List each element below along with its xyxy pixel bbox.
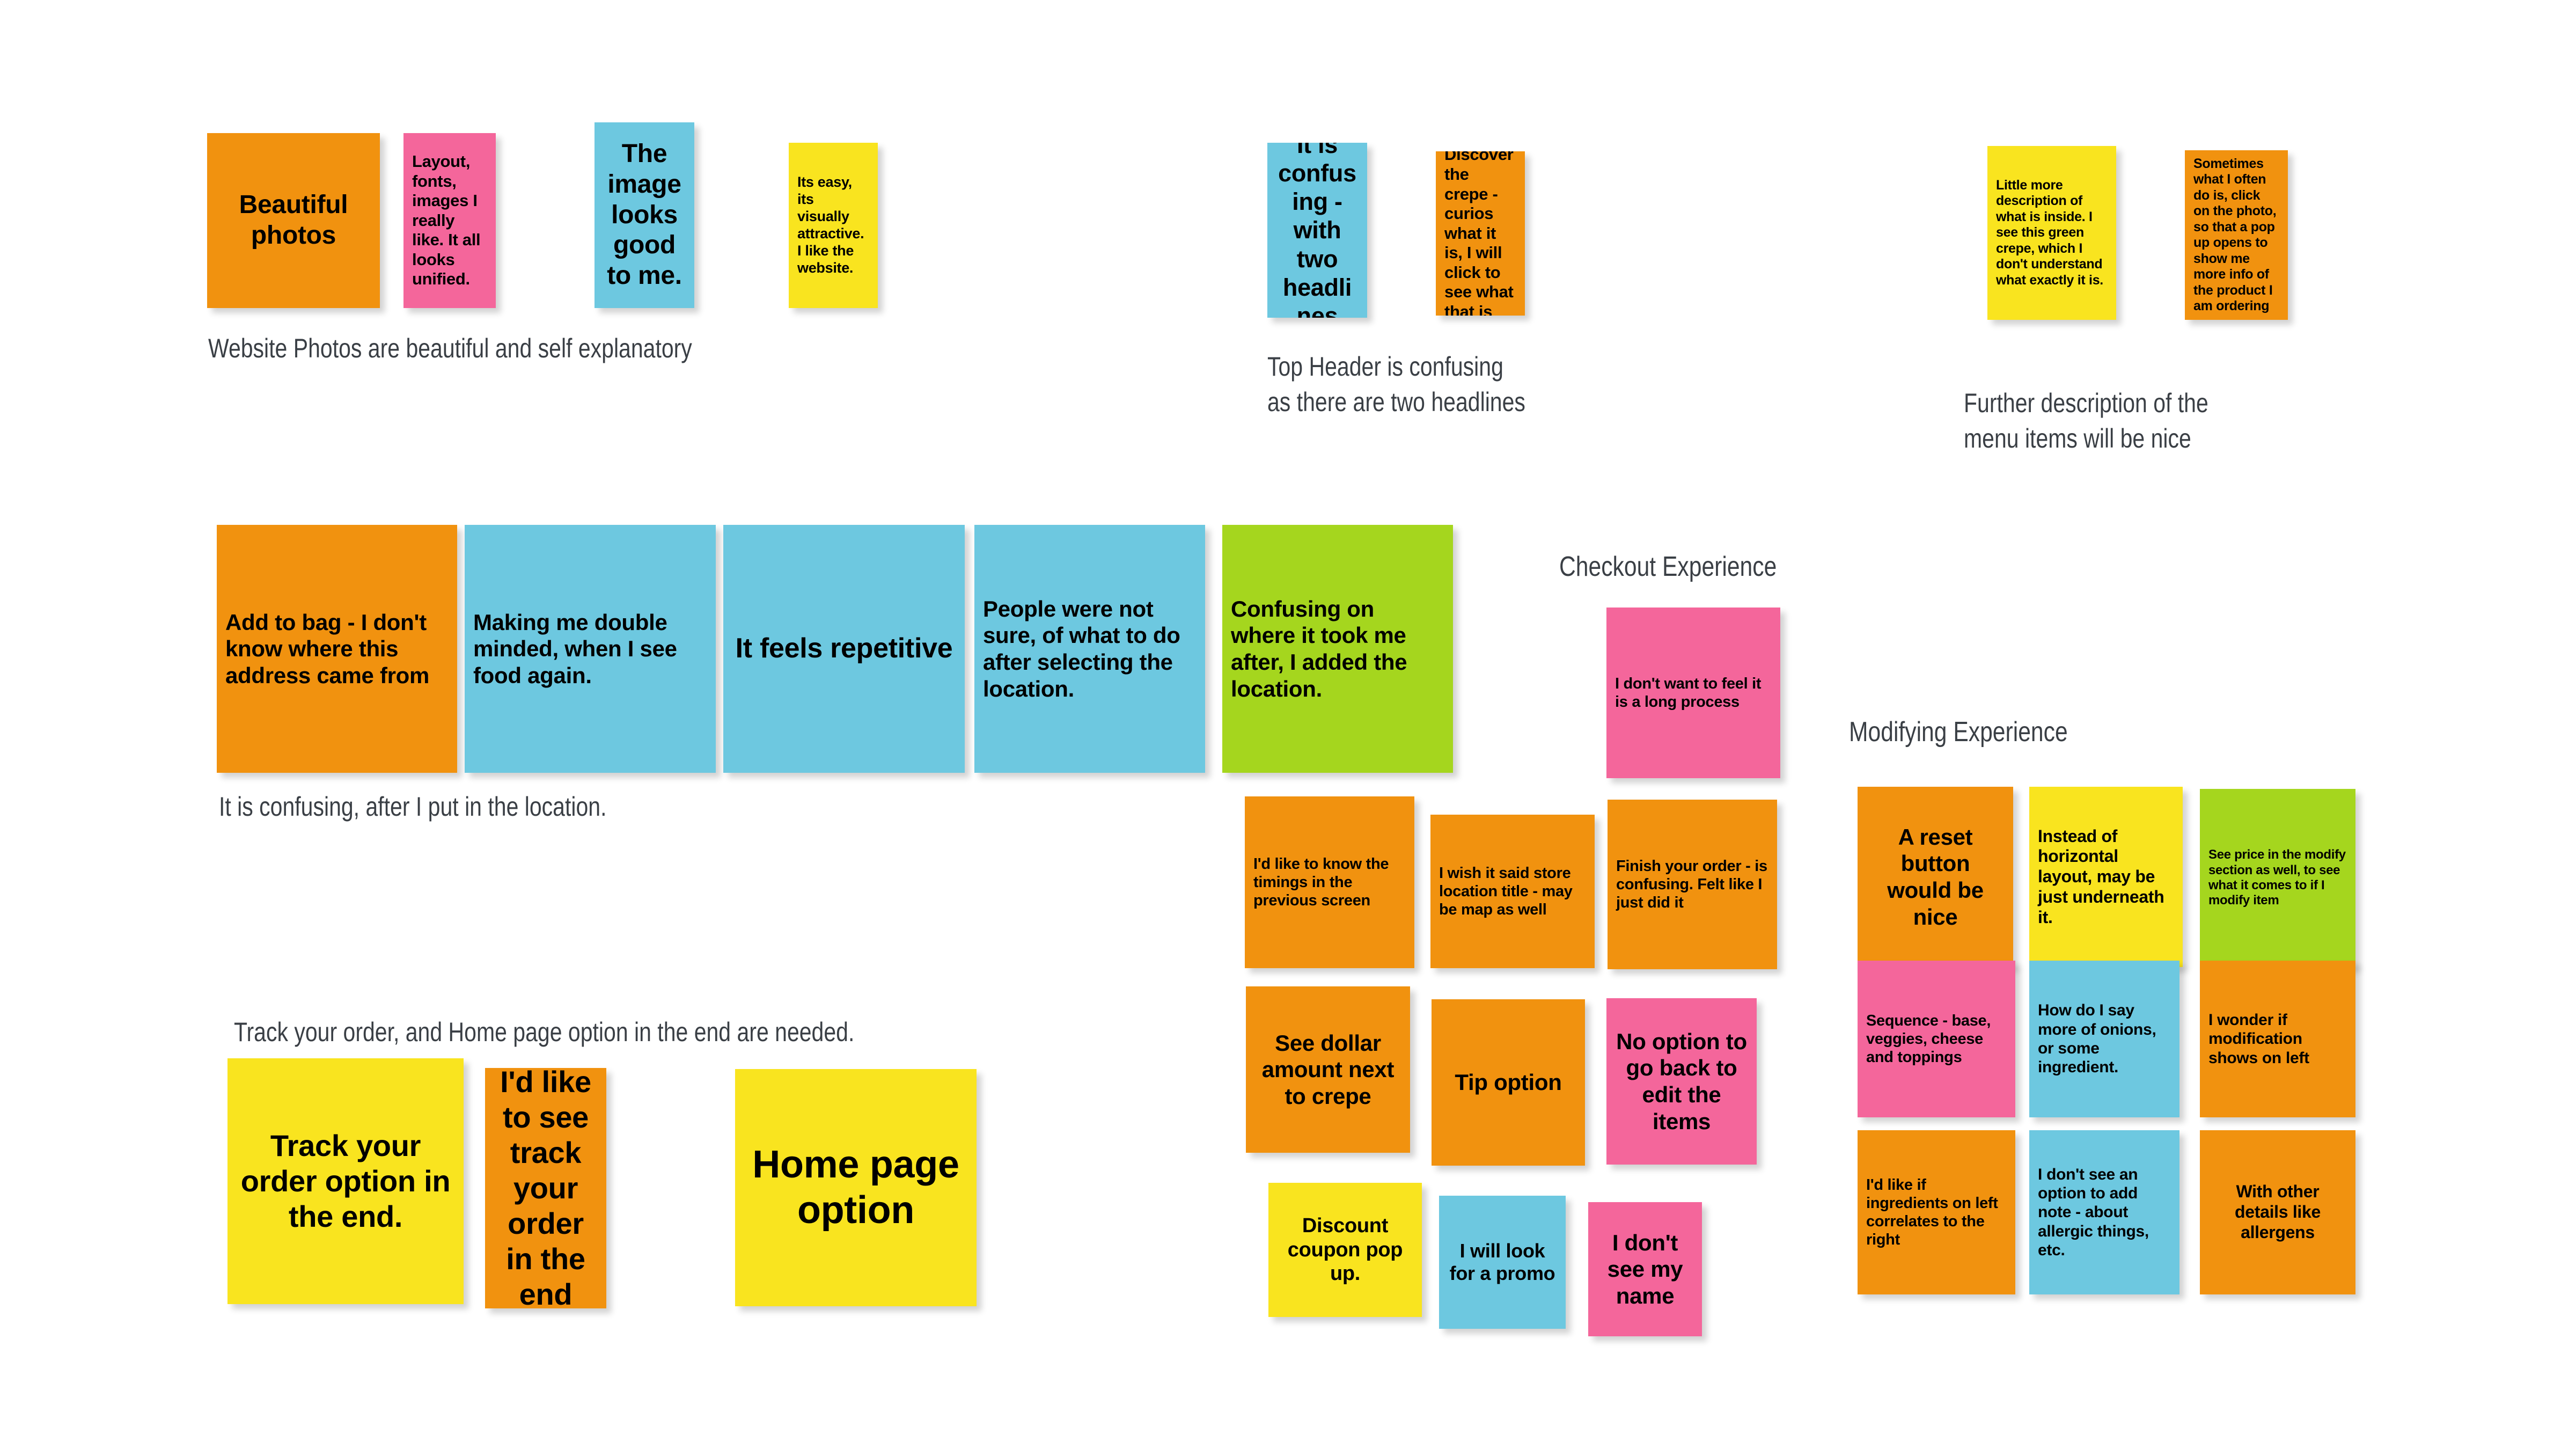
sticky-note[interactable]: The image looks good to me. [595,122,694,308]
sticky-note-text: No option to go back to edit the items [1616,1028,1747,1134]
sticky-note[interactable]: How do I say more of onions, or some ing… [2029,961,2179,1117]
caption-location-confusing: It is confusing, after I put in the loca… [219,792,607,822]
sticky-note[interactable]: Finish your order - is confusing. Felt l… [1608,800,1777,969]
sticky-note-text: A reset button would be nice [1887,824,1984,930]
sticky-note-text: It feels repetitive [735,633,953,664]
sticky-note-text: Discount coupon pop up. [1287,1214,1403,1285]
sticky-note-text: The image looks good to me. [607,140,682,290]
sticky-note[interactable]: Layout, fonts, images I really like. It … [403,133,496,308]
sticky-note-text: See price in the modify section as well,… [2208,847,2346,908]
sticky-note[interactable]: Discover the crepe - curios what it is, … [1436,151,1525,316]
sticky-note[interactable]: Sometimes what I often do is, click on t… [2185,150,2288,320]
sticky-note[interactable]: Add to bag - I don't know where this add… [217,525,457,773]
sticky-note-text: I don't want to feel it is a long proces… [1615,675,1762,711]
sticky-note-text: With other details like allergens [2234,1182,2321,1242]
sticky-note[interactable]: A reset button would be nice [1858,787,2013,967]
caption-further-description: Further description of the menu items wi… [1964,388,2208,453]
sticky-note-text: Sometimes what I often do is, click on t… [2193,156,2277,314]
sticky-note-text: Instead of horizontal layout, may be jus… [2038,826,2164,927]
sticky-note[interactable]: Instead of horizontal layout, may be jus… [2029,787,2183,967]
sticky-note-text: I wonder if modification shows on left [2208,1011,2309,1067]
sticky-note[interactable]: I'd like to see track your order in the … [485,1068,606,1308]
sticky-note[interactable]: See price in the modify section as well,… [2200,789,2355,967]
sticky-note-text: I'd like to see track your order in the … [500,1068,591,1308]
caption-website-photos: Website Photos are beautiful and self ex… [208,333,692,363]
sticky-note-text: Layout, fonts, images I really like. It … [412,151,481,289]
sticky-note[interactable]: I'd like if ingredients on left correlat… [1858,1130,2015,1294]
sticky-note[interactable]: Its easy, its visually attractive. I lik… [789,143,878,308]
sticky-note[interactable]: Track your order option in the end. [227,1058,464,1304]
sticky-note-text: Sequence - base, veggies, cheese and top… [1866,1012,1991,1066]
sticky-note[interactable]: People were not sure, of what to do afte… [974,525,1205,773]
sticky-note[interactable]: Confusing on where it took me after, I a… [1222,525,1453,773]
sticky-note-text: How do I say more of onions, or some ing… [2038,1001,2156,1077]
caption-checkout-experience: Checkout Experience [1559,551,1777,582]
sticky-note[interactable]: It feels repetitive [723,525,965,773]
sticky-note[interactable]: I don't want to feel it is a long proces… [1606,608,1780,778]
sticky-note-text: I'd like if ingredients on left correlat… [1866,1176,1998,1249]
sticky-note-text: Making me double minded, when I see food… [473,609,677,688]
caption-modifying-experience: Modifying Experience [1849,716,2068,748]
sticky-note-text: Tip option [1455,1070,1562,1095]
affinity-board: Beautiful photos Layout, fonts, images I … [0,0,2576,1449]
sticky-note-text: Discover the crepe - curios what it is, … [1444,151,1514,316]
sticky-note-text: Little more description of what is insid… [1996,177,2103,288]
caption-top-header: Top Header is confusing as there are two… [1267,352,1525,417]
sticky-note[interactable]: Making me double minded, when I see food… [465,525,716,773]
sticky-note[interactable]: I wonder if modification shows on left [2200,961,2355,1117]
sticky-note-text: Confusing on where it took me after, I a… [1231,596,1407,701]
sticky-note-text: Track your order option in the end. [240,1128,451,1234]
sticky-note-text: I don't see my name [1607,1230,1683,1308]
sticky-note-text: See dollar amount next to crepe [1261,1030,1395,1109]
sticky-note[interactable]: No option to go back to edit the items [1606,998,1757,1165]
sticky-note-text: Home page option [752,1143,959,1232]
sticky-note[interactable]: Beautiful photos [207,133,380,308]
sticky-note-text: Add to bag - I don't know where this add… [225,609,430,688]
sticky-note-text: I don't see an option to add note - abou… [2038,1165,2149,1260]
sticky-note[interactable]: I'd like to know the timings in the prev… [1245,796,1414,968]
sticky-note-text: Beautiful photos [239,191,348,250]
sticky-note-text: Finish your order - is confusing. Felt l… [1616,857,1767,912]
sticky-note-text: I wish it said store location title - ma… [1439,864,1573,919]
sticky-note[interactable]: See dollar amount next to crepe [1246,986,1410,1153]
sticky-note[interactable]: With other details like allergens [2200,1130,2355,1294]
sticky-note-text: I will look for a promo [1449,1239,1555,1284]
sticky-note[interactable]: I don't see my name [1588,1202,1702,1336]
sticky-note[interactable]: I wish it said store location title - ma… [1430,815,1595,968]
caption-track-order: Track your order, and Home page option i… [234,1017,855,1047]
sticky-note[interactable]: I don't see an option to add note - abou… [2029,1130,2179,1294]
sticky-note[interactable]: Discount coupon pop up. [1268,1183,1422,1317]
sticky-note[interactable]: It is confusing - with two headlines [1267,143,1367,318]
sticky-note-text: I'd like to know the timings in the prev… [1253,855,1389,910]
sticky-note[interactable]: Home page option [735,1069,977,1306]
sticky-note-text: It is confusing - with two headlines [1278,143,1356,318]
sticky-note-text: Its easy, its visually attractive. I lik… [797,174,864,276]
sticky-note[interactable]: Sequence - base, veggies, cheese and top… [1858,961,2015,1117]
sticky-note[interactable]: Little more description of what is insid… [1987,146,2116,320]
sticky-note[interactable]: I will look for a promo [1439,1196,1566,1329]
sticky-note-text: People were not sure, of what to do afte… [983,596,1180,701]
sticky-note[interactable]: Tip option [1432,999,1585,1166]
